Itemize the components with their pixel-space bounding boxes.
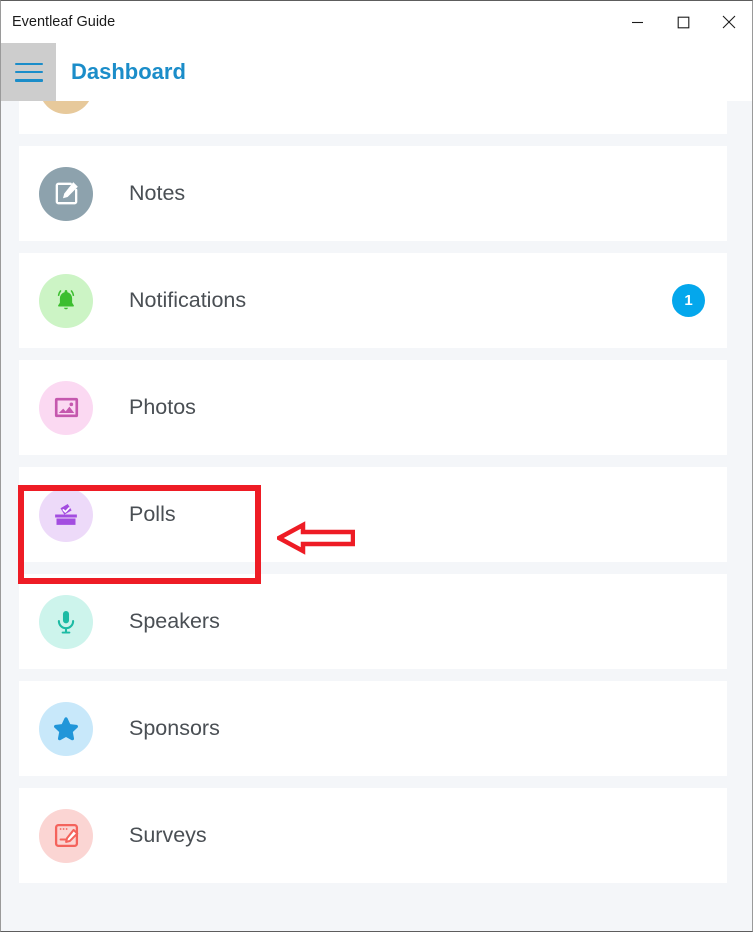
list-item-my-registration[interactable]: My Registration — [19, 101, 727, 134]
survey-form-icon — [39, 808, 93, 863]
close-button[interactable] — [706, 1, 752, 43]
list-item-notifications[interactable]: Notifications 1 — [19, 253, 727, 348]
app-header: Dashboard — [1, 43, 752, 101]
dashboard-list: My Registration Notes — [1, 101, 752, 895]
page-title: Dashboard — [71, 59, 186, 84]
notification-count-badge: 1 — [672, 284, 705, 317]
list-item-label: Notifications — [129, 287, 247, 312]
list-item-label: Photos — [129, 394, 196, 419]
microphone-icon — [39, 594, 93, 649]
minimize-icon — [631, 16, 644, 29]
title-bar: Eventleaf Guide — [1, 1, 752, 43]
minimize-button[interactable] — [614, 1, 660, 43]
app-window: Eventleaf Guide Dashboard Notes Notifica… — [0, 0, 753, 932]
list-item-notes[interactable]: Notes — [19, 146, 727, 241]
badge-id-icon — [39, 101, 93, 114]
list-item-label: Speakers — [129, 608, 220, 633]
maximize-button[interactable] — [660, 1, 706, 43]
star-icon — [39, 701, 93, 756]
list-item-surveys[interactable]: Surveys — [19, 788, 727, 883]
note-edit-icon — [39, 166, 93, 221]
maximize-icon — [677, 16, 690, 29]
list-item-label: Polls — [129, 501, 176, 526]
window-title: Eventleaf Guide — [12, 13, 116, 30]
bell-icon — [39, 273, 93, 328]
list-item-polls[interactable]: Polls — [19, 467, 727, 562]
dashboard-content: My Registration Notes — [1, 101, 752, 931]
list-item-speakers[interactable]: Speakers — [19, 574, 727, 669]
ballot-box-icon — [39, 487, 93, 542]
hamburger-icon — [14, 62, 43, 82]
menu-toggle-button[interactable] — [1, 43, 56, 101]
list-item-label: Surveys — [129, 822, 207, 847]
list-item-photos[interactable]: Photos — [19, 360, 727, 455]
list-item-label: Sponsors — [129, 715, 220, 740]
photo-image-icon — [39, 380, 93, 435]
list-item-label: Notes — [129, 180, 186, 205]
list-item-sponsors[interactable]: Sponsors — [19, 681, 727, 776]
close-icon — [722, 15, 736, 29]
